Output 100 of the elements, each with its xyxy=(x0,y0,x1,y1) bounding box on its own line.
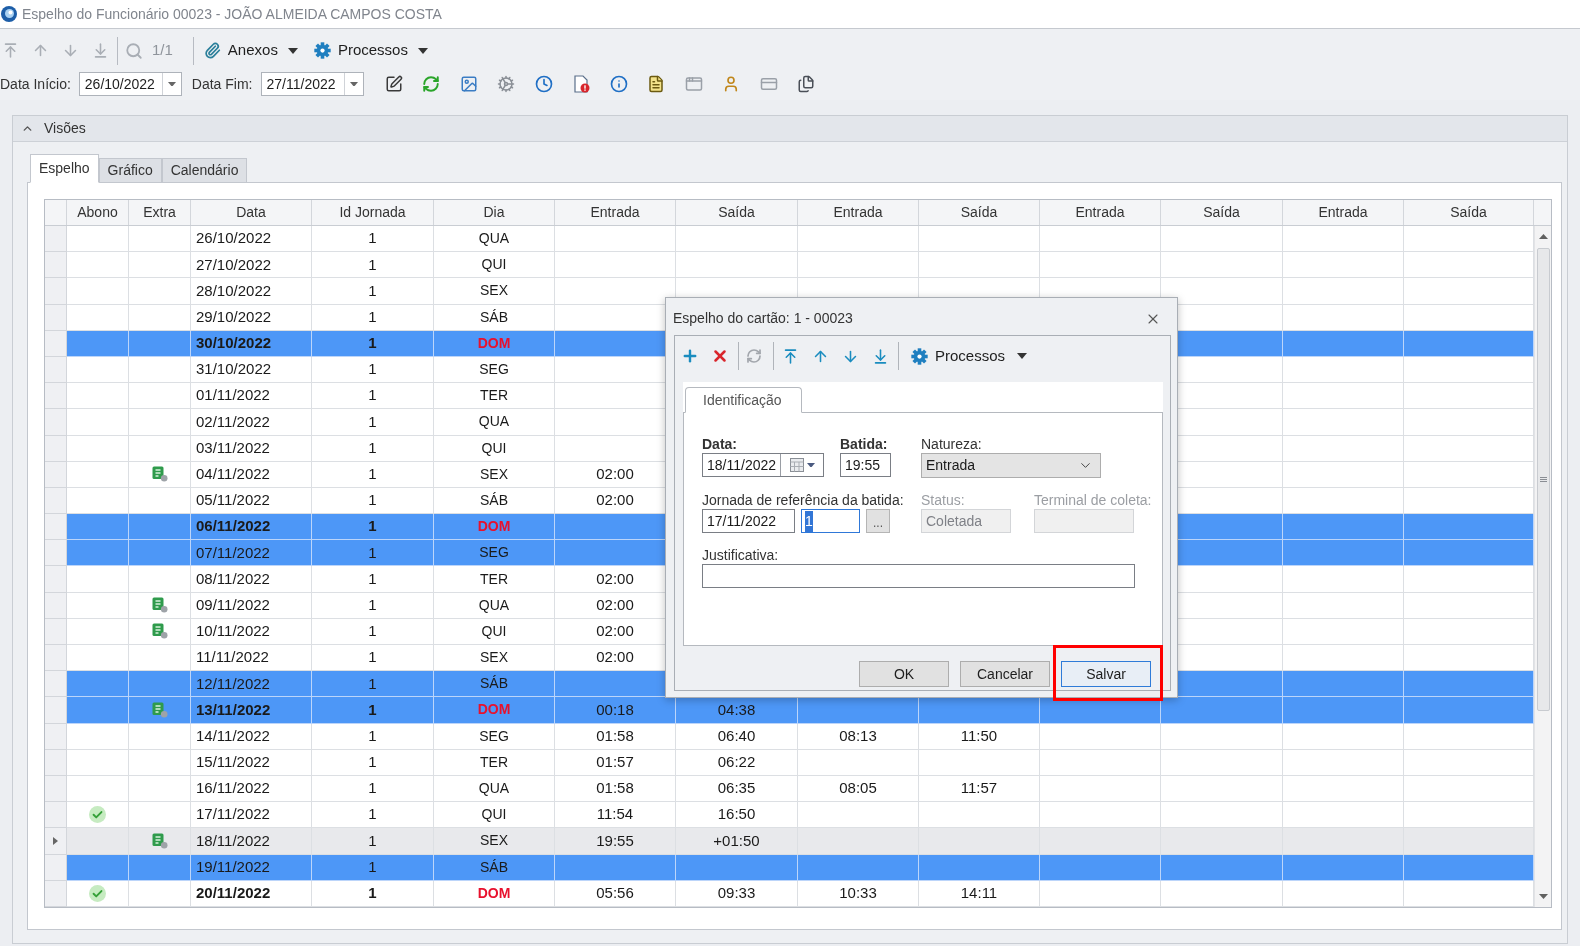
table-cell-text: SÁB xyxy=(480,490,508,510)
table-cell-text: 14:11 xyxy=(960,883,998,904)
table-cell-text: 12/11/2022 xyxy=(196,673,270,694)
field-label: Justificativa: xyxy=(702,547,779,563)
table-cell-text: SEG xyxy=(479,726,509,746)
table-cell-text: 05:56 xyxy=(596,883,634,904)
dialog-title: Espelho do cartão: 1 - 00023 xyxy=(673,309,853,328)
page-counter: 1/1 xyxy=(152,40,173,61)
table-cell-text: 11:50 xyxy=(960,725,998,746)
table-cell-text: 11/11/2022 xyxy=(196,647,269,668)
table-cell-text: 26/10/2022 xyxy=(196,228,272,249)
table-cell-text: TER xyxy=(480,569,508,589)
table-cell-text: SEG xyxy=(479,360,509,380)
field-label: Data: xyxy=(702,436,737,452)
table-cell-text: 02:00 xyxy=(596,647,634,668)
table-cell-text: 05/11/2022 xyxy=(196,490,270,511)
field-label: Data Fim: xyxy=(191,74,253,94)
table-cell-text: 1 xyxy=(368,437,377,458)
table-cell-text: 06:40 xyxy=(717,725,756,746)
field-label: Data Início: xyxy=(0,74,71,94)
table-cell-text: 08:13 xyxy=(839,725,877,746)
table-cell-text: SEX xyxy=(480,281,508,301)
table-cell-text: 08:05 xyxy=(839,778,877,799)
table-cell-text: SÁB xyxy=(480,307,508,327)
table-cell-text: QUI xyxy=(481,255,507,275)
table-cell-text: 09:33 xyxy=(717,883,756,904)
table-cell-text: 16:50 xyxy=(717,804,756,825)
table-cell-text: 14/11/2022 xyxy=(196,725,270,746)
field-label: Terminal de coleta: xyxy=(1034,492,1152,508)
table-cell-text: 28/10/2022 xyxy=(196,280,272,301)
table-cell-text: 1 xyxy=(368,725,377,746)
table-cell-text: 01:58 xyxy=(596,778,634,799)
table-cell-text: 01:57 xyxy=(596,752,634,773)
table-cell-text: SEX xyxy=(480,648,508,668)
window-title: Espelho do Funcionário 00023 - JOÃO ALMEIDA CAMPOS COSTA xyxy=(22,4,442,24)
field-label: Status: xyxy=(921,492,965,508)
table-cell-text: 19:55 xyxy=(596,830,634,851)
table-cell-text: 30/10/2022 xyxy=(196,333,272,354)
table-cell-text: 08/11/2022 xyxy=(196,568,270,589)
table-cell-text: 1 xyxy=(368,411,377,432)
table-cell-text: 00:18 xyxy=(596,699,634,720)
table-cell-text: 07/11/2022 xyxy=(196,542,270,563)
table-cell-text: QUA xyxy=(478,779,510,799)
table-cell-text: 1 xyxy=(368,306,377,327)
table-cell-text: 1 xyxy=(368,359,377,380)
table-cell-text: DOM xyxy=(477,883,511,903)
table-cell-text: 1 xyxy=(368,333,377,354)
table-cell-text: 06/11/2022 xyxy=(196,516,271,537)
table-cell-text: 29/10/2022 xyxy=(196,306,272,327)
table-cell-text: 20/11/2022 xyxy=(196,883,271,904)
table-cell-text: 1 xyxy=(368,594,377,615)
table-cell-text: 1 xyxy=(368,883,377,904)
table-cell-text: DOM xyxy=(477,517,511,537)
table-cell-text: DOM xyxy=(477,700,511,720)
table-cell-text: QUI xyxy=(481,621,507,641)
table-cell-text: 06:35 xyxy=(717,778,756,799)
table-cell-text: 1 xyxy=(368,385,377,406)
table-cell-text: 1 xyxy=(368,254,377,275)
table-cell-text: 18/11/2022 xyxy=(196,830,270,851)
table-cell-text: 1 xyxy=(368,752,377,773)
field-label: Natureza: xyxy=(921,436,982,452)
table-cell-text: 13/11/2022 xyxy=(196,699,271,720)
table-cell-text: 31/10/2022 xyxy=(196,359,272,380)
table-cell-text: 04/11/2022 xyxy=(196,464,270,485)
table-cell-text: TER xyxy=(480,386,508,406)
table-cell-text: 1 xyxy=(368,280,377,301)
field-label: Jornada de referência da batida: xyxy=(702,492,904,508)
table-cell-text: 1 xyxy=(368,490,377,511)
table-cell-text: 27/10/2022 xyxy=(196,254,272,275)
table-cell-text: 03/11/2022 xyxy=(196,437,270,458)
group-title: Visões xyxy=(44,119,86,138)
table-cell-text: 1 xyxy=(368,228,377,249)
table-cell-text: 15/11/2022 xyxy=(196,752,270,773)
table-cell-text: 02:00 xyxy=(596,568,634,589)
table-cell-text: QUI xyxy=(481,438,507,458)
table-cell-text: 01/11/2022 xyxy=(196,385,270,406)
table-cell-text: 06:22 xyxy=(717,752,756,773)
table-cell-text: 04:38 xyxy=(717,699,756,720)
table-cell-text: 1 xyxy=(368,647,377,668)
table-cell-text: 1 xyxy=(368,804,377,825)
table-cell-text: 1 xyxy=(368,699,377,720)
table-cell-text: 02:00 xyxy=(596,594,634,615)
table-cell-text: 1 xyxy=(368,568,377,589)
table-cell-text: 02:00 xyxy=(596,621,634,642)
table-cell-text: 10:33 xyxy=(839,883,877,904)
table-cell-text: QUA xyxy=(478,412,510,432)
table-cell-text: 1 xyxy=(368,856,377,877)
table-cell-text: 11:54 xyxy=(596,804,634,825)
table-cell-text: QUI xyxy=(481,805,507,825)
table-cell-text: 1 xyxy=(368,778,377,799)
table-cell-text: 1 xyxy=(368,516,377,537)
table-cell-text: 01:58 xyxy=(596,725,634,746)
table-cell-text: TER xyxy=(480,752,508,772)
table-cell-text: 02/11/2022 xyxy=(196,411,270,432)
table-cell-text: 09/11/2022 xyxy=(196,594,270,615)
table-cell-text: SEX xyxy=(480,464,508,484)
table-cell-text: 1 xyxy=(368,830,377,851)
table-cell-text: DOM xyxy=(477,333,511,353)
table-cell-text: 16/11/2022 xyxy=(196,778,270,799)
table-cell-text: 10/11/2022 xyxy=(196,621,270,642)
